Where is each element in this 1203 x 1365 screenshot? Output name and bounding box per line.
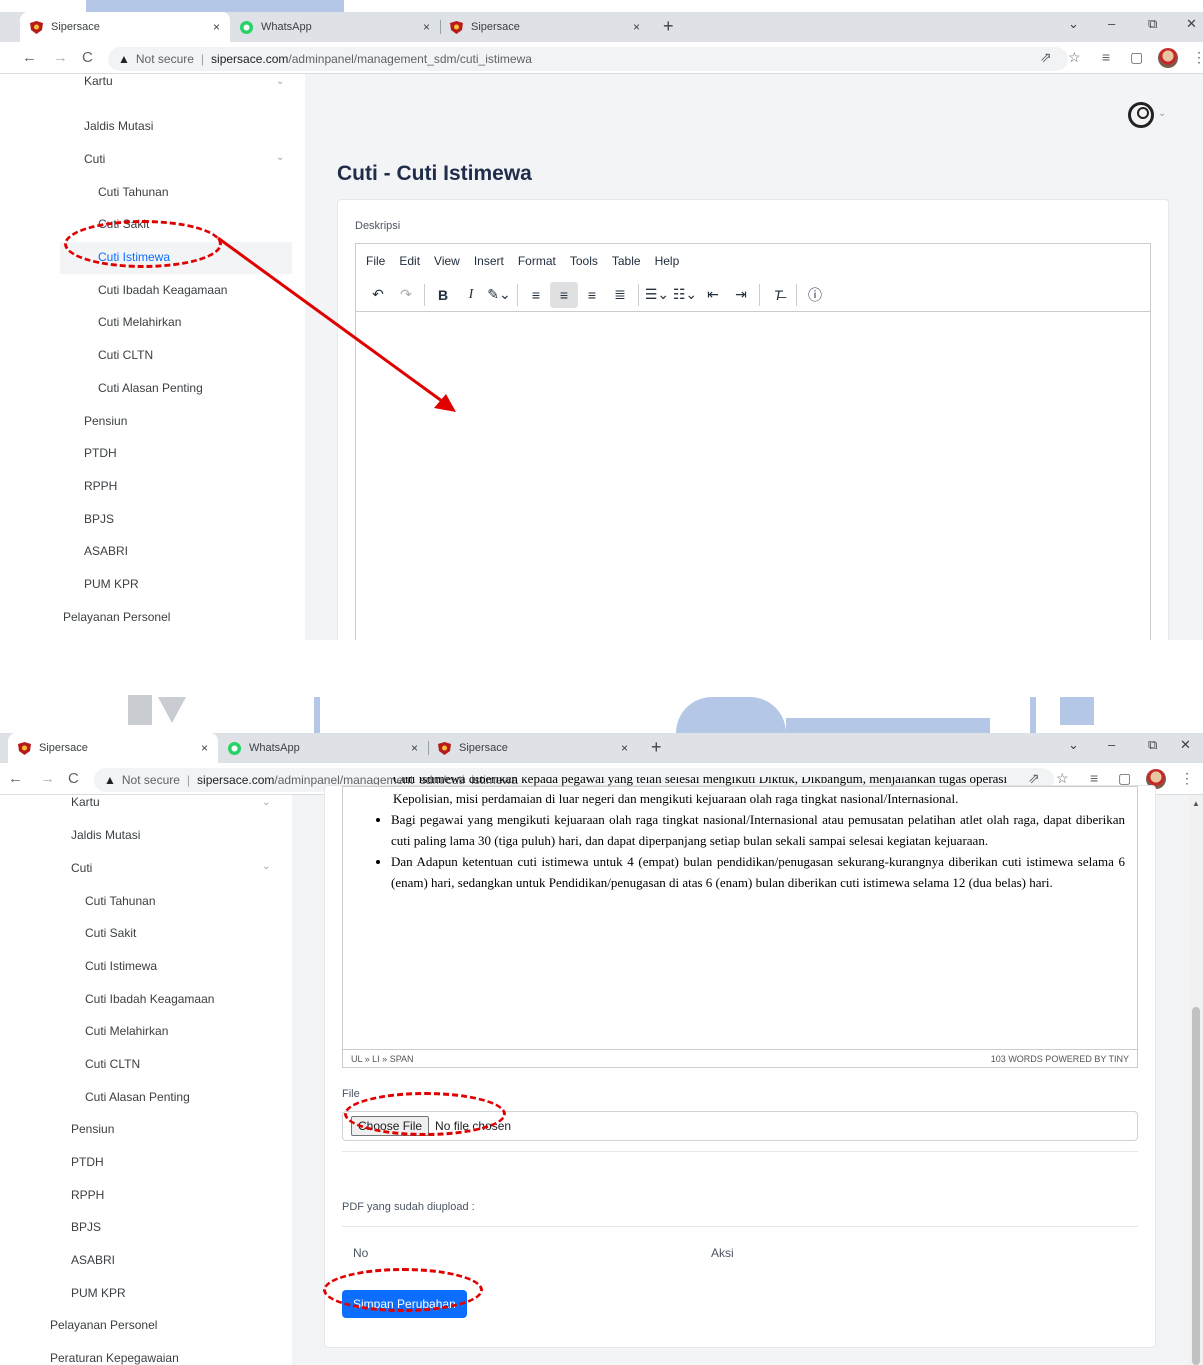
list-item: Bagi pegawai yang mengikuti kejuaraan ol… (391, 809, 1125, 851)
scroll-thumb[interactable] (1192, 1007, 1200, 1365)
sidebar-item-cuti-sakit[interactable]: Cuti Sakit (85, 926, 136, 940)
rich-text-editor: Cuti istimewa diberikan kepada pegawai y… (342, 777, 1138, 1068)
security-label: Not secure (121, 773, 180, 787)
back-icon[interactable]: ← (8, 770, 23, 787)
sidebar-item-cuti-cltn[interactable]: Cuti CLTN (85, 1057, 140, 1071)
sidebar-item-peraturan[interactable]: Peraturan Kepegawaian (50, 1351, 179, 1365)
save-button[interactable]: Simpan Perubahan (342, 1290, 467, 1318)
whatsapp-icon (228, 741, 241, 755)
uploaded-label: PDF yang sudah diupload : (342, 1201, 475, 1213)
paragraph-partial: Cuti istimewa diberikan kepada pegawai y… (393, 777, 1008, 786)
forward-icon[interactable]: → (40, 770, 55, 787)
word-count: 103 WORDS POWERED BY TINY (990, 1053, 1129, 1064)
restore-icon[interactable]: ⧉ (1148, 737, 1157, 753)
page-scrollbar[interactable]: ▲ (1189, 795, 1203, 1365)
choose-file-button[interactable]: Choose File (351, 1116, 430, 1136)
window-close-icon[interactable]: ✕ (1180, 737, 1191, 753)
screenshot-top: Sipersace × WhatsApp × Sipersace × + ⌄ –… (0, 12, 1203, 640)
url-divider: | (186, 773, 191, 787)
sidebar-item-pensiun[interactable]: Pensiun (71, 1122, 114, 1136)
tab-label: Sipersace (459, 742, 508, 754)
column-header-no: No (353, 1246, 369, 1260)
divider (342, 1226, 1138, 1227)
new-tab-button[interactable]: + (651, 737, 662, 758)
sidebar-item-pelayanan-personel[interactable]: Pelayanan Personel (50, 1318, 157, 1332)
decor-block (1030, 697, 1036, 733)
decor-rect (86, 0, 344, 12)
url-host: sipersace.com (197, 773, 275, 787)
scroll-up-icon[interactable]: ▲ (1192, 799, 1200, 808)
tab-sipersace-1[interactable]: Sipersace × (8, 733, 218, 763)
sidebar-item-ptdh[interactable]: PTDH (71, 1155, 104, 1169)
file-status: No file chosen (435, 1119, 512, 1133)
sidebar-item-pum-kpr[interactable]: PUM KPR (71, 1286, 126, 1300)
form-card: Cuti istimewa diberikan kepada pegawai y… (324, 777, 1156, 1348)
sidebar-item-asabri[interactable]: ASABRI (71, 1253, 115, 1267)
annotation-arrow (217, 236, 456, 412)
sidebar-item-cuti-tahunan[interactable]: Cuti Tahunan (85, 894, 156, 908)
element-path: UL » LI » SPAN (351, 1053, 414, 1064)
tab-strip: Sipersace × WhatsApp × Sipersace × + ⌄ –… (0, 733, 1203, 763)
tab-close-icon[interactable]: × (621, 741, 628, 755)
paragraph-line: Kepolisian, misi perdamaian di luar nege… (393, 791, 959, 806)
tab-label: WhatsApp (249, 742, 300, 754)
screenshot-bottom: Sipersace × WhatsApp × Sipersace × + ⌄ –… (0, 733, 1203, 1365)
reload-icon[interactable]: C (68, 770, 79, 787)
more-icon[interactable]: ⋮ (1180, 770, 1194, 787)
sidebar: Kartu ⌄ Jaldis Mutasi Cuti ⌄ Cuti Tahuna… (0, 795, 292, 1365)
file-input[interactable]: Choose File No file chosen (342, 1111, 1138, 1141)
sidebar-item-kartu[interactable]: Kartu (71, 795, 100, 809)
tab-close-icon[interactable]: × (411, 741, 418, 755)
minimize-icon[interactable]: – (1108, 737, 1115, 752)
decor-line (786, 718, 990, 733)
shield-icon (18, 741, 31, 755)
editor-content[interactable]: Cuti istimewa diberikan kepada pegawai y… (373, 777, 1125, 893)
sidebar-item-cuti-alasan-penting[interactable]: Cuti Alasan Penting (85, 1090, 190, 1104)
decor-block2 (1060, 697, 1094, 725)
chevron-down-icon: ⌄ (262, 861, 271, 872)
decor-blob (676, 697, 786, 733)
decor-arrow (158, 697, 186, 723)
sidebar-item-cuti-ibadah[interactable]: Cuti Ibadah Keagamaan (85, 992, 214, 1006)
editor-statusbar: UL » LI » SPAN 103 WORDS POWERED BY TINY (343, 1049, 1137, 1067)
main-content: Cuti istimewa diberikan kepada pegawai y… (292, 777, 1203, 1365)
tab-label: Sipersace (39, 742, 88, 754)
chevron-down-icon: ⌄ (262, 797, 271, 808)
warning-icon: ▲ (104, 773, 116, 787)
sidebar-item-jaldis-mutasi[interactable]: Jaldis Mutasi (71, 828, 140, 842)
sidebar-item-rpph[interactable]: RPPH (71, 1188, 104, 1202)
divider (342, 1151, 1138, 1152)
tab-search-icon[interactable]: ⌄ (1068, 737, 1079, 753)
list-item: Dan Adapun ketentuan cuti istimewa untuk… (391, 851, 1125, 893)
sidebar-item-cuti-melahirkan[interactable]: Cuti Melahirkan (85, 1024, 168, 1038)
shield-icon (438, 741, 451, 755)
tab-sipersace-2[interactable]: Sipersace × (428, 733, 638, 763)
sidebar-item-cuti-istimewa[interactable]: Cuti Istimewa (85, 959, 157, 973)
decor-square (128, 695, 152, 725)
column-header-aksi: Aksi (711, 1246, 734, 1260)
tab-close-icon[interactable]: × (201, 741, 208, 755)
sidebar-item-cuti[interactable]: Cuti (71, 861, 92, 875)
decor-bar (314, 697, 320, 733)
tab-whatsapp[interactable]: WhatsApp × (218, 733, 428, 763)
sidebar-item-bpjs[interactable]: BPJS (71, 1220, 101, 1234)
file-label: File (342, 1088, 360, 1100)
